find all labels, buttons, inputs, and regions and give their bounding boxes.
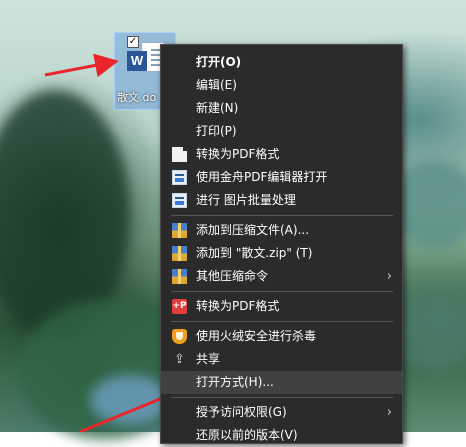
- arrow-to-file: [44, 53, 119, 78]
- menu-item-open-with[interactable]: 打开方式(H)...: [161, 371, 402, 394]
- share-icon: ⇪: [174, 352, 185, 367]
- menu-separator: [171, 397, 393, 398]
- archive-icon: [172, 246, 187, 261]
- menu-item-other-compress[interactable]: 其他压缩命令 ›: [161, 265, 402, 288]
- menu-item-label: 编辑(E): [196, 78, 237, 92]
- menu-item-label: 打开方式(H)...: [196, 375, 274, 389]
- menu-item-label: 打印(P): [196, 124, 237, 138]
- menu-item-label: 共享: [196, 352, 221, 366]
- menu-item-give-access[interactable]: 授予访问权限(G) ›: [161, 401, 402, 424]
- menu-item-add-to-zip[interactable]: 添加到 "散文.zip" (T): [161, 242, 402, 265]
- menu-item-label: 添加到压缩文件(A)...: [196, 223, 310, 237]
- chevron-right-icon: ›: [386, 269, 392, 284]
- shield-icon: [172, 329, 187, 344]
- menu-item-label: 转换为PDF格式: [196, 299, 280, 313]
- archive-icon: [172, 223, 187, 238]
- menu-item-label: 转换为PDF格式: [196, 147, 280, 161]
- menu-item-label: 还原以前的版本(V): [196, 428, 298, 442]
- menu-item-batch-image[interactable]: 进行 图片批量处理: [161, 189, 402, 212]
- menu-item-label: 使用火绒安全进行杀毒: [196, 329, 317, 343]
- pdf-editor-icon: [172, 170, 187, 185]
- menu-item-label: 添加到 "散文.zip" (T): [196, 246, 313, 260]
- menu-item-label: 使用金舟PDF编辑器打开: [196, 170, 328, 184]
- context-menu: 打开(O) 编辑(E) 新建(N) 打印(P) 转换为PDF格式 使用金舟PDF…: [160, 44, 403, 444]
- menu-separator: [171, 321, 393, 322]
- menu-item-edit[interactable]: 编辑(E): [161, 74, 402, 97]
- menu-item-label: 进行 图片批量处理: [196, 193, 296, 207]
- menu-item-open-with-pdf-editor[interactable]: 使用金舟PDF编辑器打开: [161, 166, 402, 189]
- menu-item-convert-pdf[interactable]: 转换为PDF格式: [161, 143, 402, 166]
- pdf-convert-icon: +P: [172, 299, 187, 314]
- menu-item-label: 其他压缩命令: [196, 269, 269, 283]
- menu-item-print[interactable]: 打印(P): [161, 120, 402, 143]
- batch-image-icon: [172, 193, 187, 208]
- pdf-page-icon: [172, 147, 187, 162]
- archive-icon: [172, 269, 187, 284]
- menu-separator: [171, 215, 393, 216]
- menu-item-new[interactable]: 新建(N): [161, 97, 402, 120]
- menu-item-label: 打开(O): [196, 55, 242, 69]
- menu-item-restore-versions[interactable]: 还原以前的版本(V): [161, 424, 402, 447]
- menu-item-antivirus-scan[interactable]: 使用火绒安全进行杀毒: [161, 325, 402, 348]
- chevron-right-icon: ›: [386, 405, 392, 420]
- menu-item-convert-pdf-2[interactable]: +P 转换为PDF格式: [161, 295, 402, 318]
- menu-item-label: 授予访问权限(G): [196, 405, 287, 419]
- menu-item-add-to-archive[interactable]: 添加到压缩文件(A)...: [161, 219, 402, 242]
- menu-item-label: 新建(N): [196, 101, 239, 115]
- menu-separator: [171, 291, 393, 292]
- menu-item-open[interactable]: 打开(O): [161, 51, 402, 74]
- menu-item-share[interactable]: ⇪ 共享: [161, 348, 402, 371]
